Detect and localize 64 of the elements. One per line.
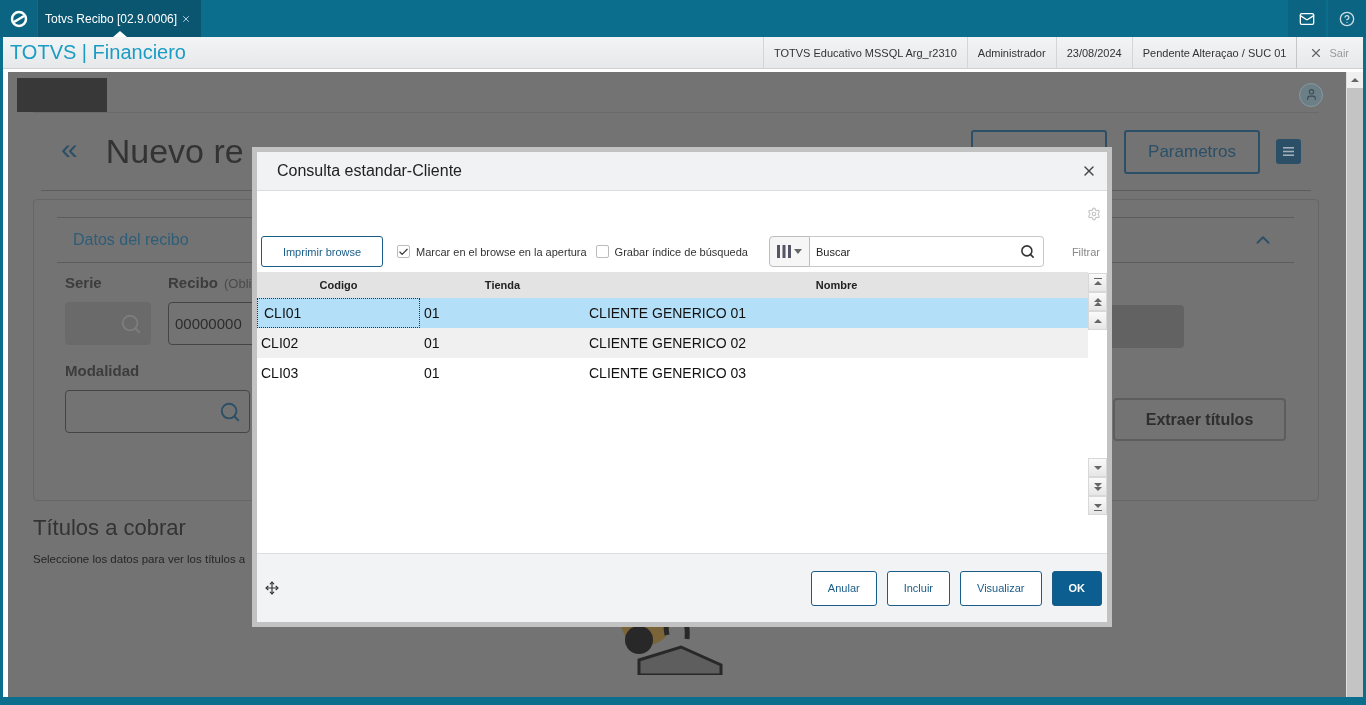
search-icon — [219, 400, 241, 423]
logo-icon[interactable] — [0, 0, 37, 37]
table-cell-text: 01 — [423, 364, 441, 383]
caret-icon — [793, 249, 802, 254]
dialog-button[interactable]: Anular — [810, 570, 877, 606]
table-row[interactable]: CLI01 01 CLIENTE GENERICO 01 — [257, 298, 1088, 328]
app-tab[interactable]: Totvs Recibo [02.9.0006] — [38, 0, 202, 37]
table-row[interactable]: CLI02 01 CLIENTE GENERICO 02 — [257, 328, 1088, 358]
table-cell-text: CLIENTE GENERICO 02 — [588, 334, 748, 353]
help-button[interactable] — [1328, 0, 1366, 37]
table-cell-text: CLI02 — [260, 334, 300, 353]
header-info: Administrador — [966, 37, 1056, 68]
print-button[interactable]: Imprimir browse — [261, 236, 383, 267]
avatar[interactable] — [1299, 82, 1323, 107]
columns-button[interactable] — [768, 236, 810, 267]
table-cell-text: 01 — [423, 304, 441, 323]
table-cell-text: CLI03 — [260, 364, 300, 383]
header-info: TOTVS Educativo MSSQL Arg_r2310 — [763, 37, 967, 68]
scroll-up-button[interactable] — [1088, 311, 1107, 330]
results-title: Títulos a cobrar — [33, 515, 187, 541]
section-title: Datos del recibo — [73, 231, 189, 249]
option-label: Marcar en el browse en la apertura — [416, 245, 587, 258]
mail-icon — [1299, 10, 1315, 27]
field-label: Modalidad — [65, 362, 141, 379]
table-cell-text: CLIENTE GENERICO 01 — [588, 304, 748, 323]
scroll-up-icon — [1092, 295, 1103, 308]
column-header[interactable]: Tienda — [420, 279, 585, 291]
close-icon[interactable] — [181, 13, 192, 24]
dialog-button[interactable]: Incluir — [886, 570, 950, 606]
filter-link[interactable]: Filtrar — [1071, 245, 1100, 258]
dialog-title: Consulta estandar-Cliente — [277, 162, 462, 180]
option-label: Grabar índice de búsqueda — [614, 245, 748, 258]
search-button[interactable] — [1011, 236, 1044, 267]
scroll-bottom-button[interactable] — [1088, 496, 1107, 515]
search-icon — [1019, 244, 1035, 259]
field-label: Serie — [65, 274, 103, 291]
page-down-button[interactable] — [1088, 477, 1107, 496]
columns-icon — [776, 245, 791, 258]
help-icon — [1339, 10, 1355, 27]
page-up-button[interactable] — [1088, 292, 1107, 311]
move-icon[interactable] — [265, 581, 279, 595]
scroll-down-icon — [1092, 480, 1103, 493]
mail-button[interactable] — [1288, 0, 1326, 37]
column-header[interactable]: Nombre — [585, 279, 1088, 291]
header-info: 23/08/2024 — [1055, 37, 1132, 68]
dialog-button[interactable]: Visualizar — [960, 570, 1042, 606]
lookup-field[interactable] — [65, 390, 250, 433]
search-field[interactable]: Buscar — [809, 236, 1012, 267]
results-hint: Seleccione los datos para ver los títulos a — [33, 553, 247, 565]
scroll-up-button[interactable] — [1347, 72, 1363, 88]
column-header[interactable]: Codigo — [257, 279, 420, 291]
scroll-top-button[interactable] — [1088, 273, 1107, 292]
dialog-button[interactable]: OK — [1051, 570, 1102, 606]
header-info: Pendente Alteraçao / SUC 01 — [1131, 37, 1297, 68]
checkbox[interactable] — [595, 245, 609, 258]
table-cell-text: CLIENTE GENERICO 03 — [588, 364, 748, 383]
checkbox[interactable] — [397, 245, 410, 258]
page-title: Nuevo re — [105, 132, 244, 171]
app-title: TOTVS | Financiero — [9, 41, 186, 64]
scroll-down-button[interactable] — [1088, 458, 1107, 477]
menu-icon — [1283, 147, 1294, 156]
menu-button[interactable] — [1276, 139, 1301, 164]
table-cell-text: 01 — [423, 334, 441, 353]
user-icon — [1304, 88, 1318, 101]
